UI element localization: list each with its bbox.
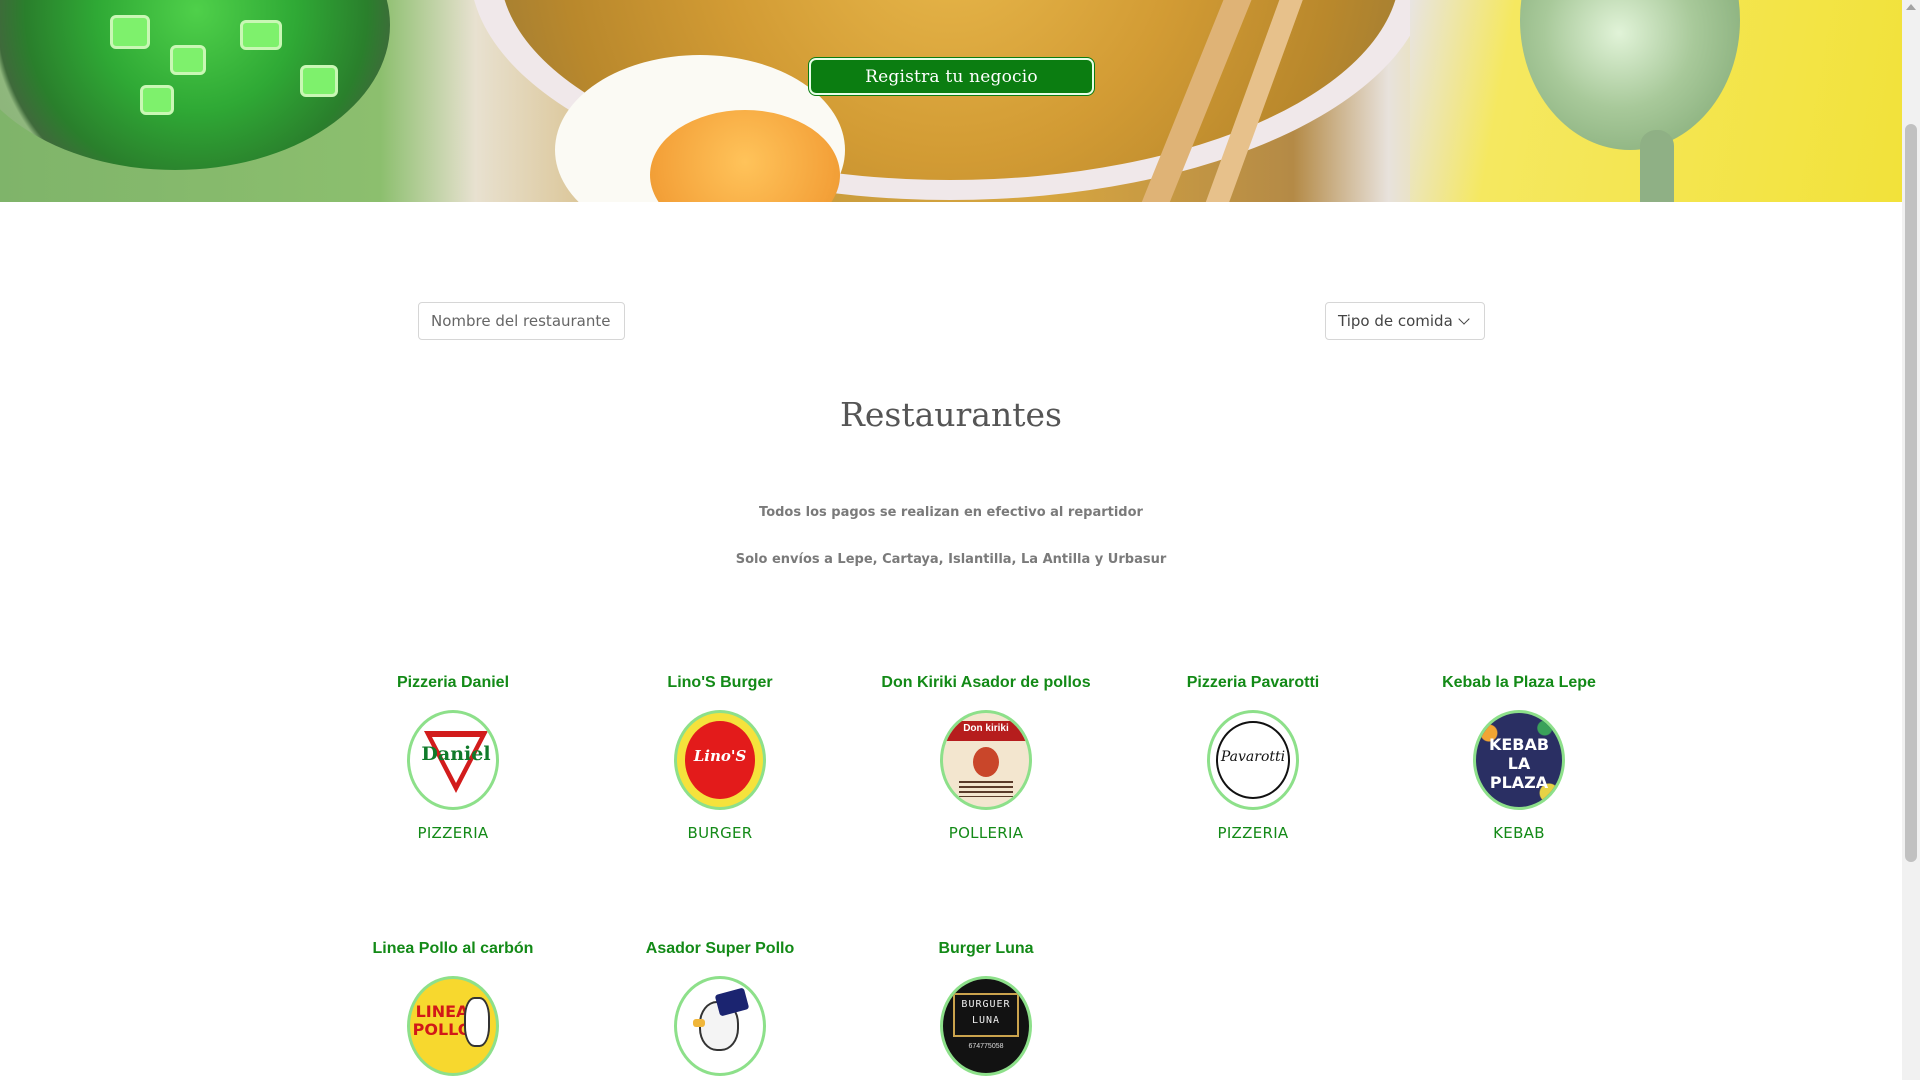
- scroll-up-arrow-icon[interactable]: [1906, 4, 1916, 10]
- restaurant-name[interactable]: Pizzeria Pavarotti: [1133, 674, 1373, 692]
- restaurant-card-pizzeria-pavarotti[interactable]: Pizzeria Pavarotti Pavarotti PIZZERIA: [1133, 674, 1373, 842]
- register-business-button[interactable]: Registra tu negocio: [809, 58, 1094, 95]
- restaurant-logo[interactable]: KEBAB LA PLAZA: [1473, 710, 1565, 810]
- restaurant-logo[interactable]: Lino'S: [674, 710, 766, 810]
- hero-banner: Registra tu negocio: [0, 0, 1902, 202]
- restaurant-type: PIZZERIA: [417, 824, 489, 842]
- food-type-select[interactable]: Tipo de comida: [1325, 302, 1485, 340]
- payment-note: Todos los pagos se realizan en efectivo …: [759, 505, 1143, 520]
- logo-fine-print: [959, 781, 1013, 797]
- beak-shape: [693, 1019, 705, 1027]
- restaurant-logo[interactable]: Daniel: [407, 710, 499, 810]
- green-onion-piece: [170, 45, 206, 75]
- chicken-mascot-icon: [464, 997, 490, 1047]
- rooster-icon: [973, 747, 999, 777]
- logo-text: Daniel: [421, 743, 491, 765]
- logo-text: Lino'S: [693, 747, 747, 765]
- page: Registra tu negocio Tipo de comida Resta…: [0, 0, 1902, 1080]
- restaurant-logo[interactable]: Don kiriki: [940, 710, 1032, 810]
- delivery-area-note: Solo envíos a Lepe, Cartaya, Islantilla,…: [735, 552, 1167, 567]
- restaurant-type: POLLERIA: [948, 824, 1024, 842]
- restaurant-card-burger-luna[interactable]: Burger Luna BURGUER LUNA 674775058: [866, 940, 1106, 1076]
- logo-text: Pavarotti: [1220, 749, 1286, 765]
- logo-text: KEBAB LA PLAZA: [1488, 735, 1550, 792]
- restaurant-name[interactable]: Asador Super Pollo: [600, 940, 840, 958]
- chevron-down-icon: [1458, 313, 1470, 325]
- page-title: Restaurantes: [840, 395, 1062, 434]
- logo-text: LINEA POLLO: [412, 1002, 472, 1039]
- restaurant-name-search-input[interactable]: [418, 302, 625, 340]
- restaurant-type: KEBAB: [1493, 824, 1545, 842]
- restaurant-name[interactable]: Pizzeria Daniel: [333, 674, 573, 692]
- restaurant-name[interactable]: Don Kiriki Asador de pollos: [866, 674, 1106, 692]
- green-onion-piece: [110, 15, 150, 49]
- restaurant-name[interactable]: Lino'S Burger: [600, 674, 840, 692]
- green-onion-piece: [300, 65, 338, 97]
- restaurant-card-kebab-la-plaza[interactable]: Kebab la Plaza Lepe KEBAB LA PLAZA KEBAB: [1399, 674, 1639, 842]
- restaurant-logo[interactable]: [674, 976, 766, 1076]
- restaurant-logo[interactable]: LINEA POLLO: [407, 976, 499, 1076]
- restaurant-card-don-kiriki[interactable]: Don Kiriki Asador de pollos Don kiriki P…: [866, 674, 1106, 842]
- restaurant-logo[interactable]: BURGUER LUNA 674775058: [940, 976, 1032, 1076]
- restaurant-type: BURGER: [687, 824, 753, 842]
- restaurant-card-pizzeria-daniel[interactable]: Pizzeria Daniel Daniel PIZZERIA: [333, 674, 573, 842]
- restaurant-name[interactable]: Kebab la Plaza Lepe: [1399, 674, 1639, 692]
- logo-phone: 674775058: [968, 1043, 1004, 1050]
- spoon-handle: [1640, 130, 1674, 202]
- logo-text: BURGUER LUNA: [961, 999, 1011, 1026]
- green-onion-piece: [240, 20, 282, 50]
- restaurant-name[interactable]: Linea Pollo al carbón: [333, 940, 573, 958]
- food-type-select-label: Tipo de comida: [1338, 312, 1453, 330]
- restaurant-type: PIZZERIA: [1217, 824, 1289, 842]
- pirate-hat-icon: [714, 987, 750, 1017]
- restaurant-name[interactable]: Burger Luna: [866, 940, 1106, 958]
- restaurant-logo[interactable]: Pavarotti: [1207, 710, 1299, 810]
- scrollbar-thumb[interactable]: [1905, 124, 1917, 862]
- restaurant-card-linos-burger[interactable]: Lino'S Burger Lino'S BURGER: [600, 674, 840, 842]
- logo-text: Don kiriki: [963, 723, 1009, 734]
- green-onion-piece: [140, 85, 174, 115]
- restaurant-card-linea-pollo[interactable]: Linea Pollo al carbón LINEA POLLO: [333, 940, 573, 1076]
- restaurant-card-asador-super-pollo[interactable]: Asador Super Pollo: [600, 940, 840, 1076]
